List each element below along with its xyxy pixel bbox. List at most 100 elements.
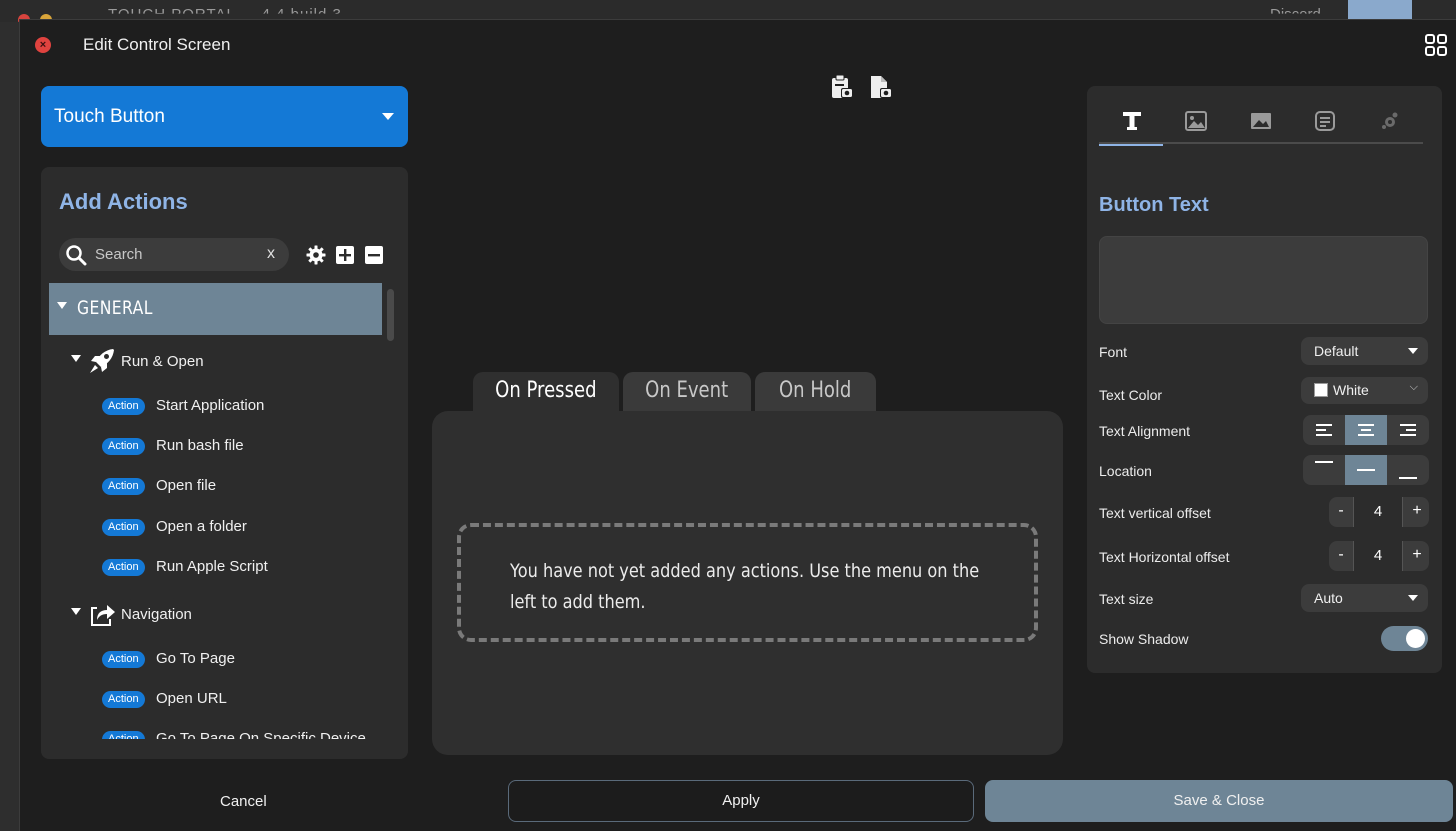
grid-icon[interactable] bbox=[1424, 33, 1448, 57]
expand-triangle-icon bbox=[57, 302, 67, 309]
align-middle-icon bbox=[1357, 469, 1375, 471]
text-icon bbox=[1123, 112, 1141, 130]
action-badge: Action bbox=[102, 478, 145, 495]
action-badge: Action bbox=[102, 691, 145, 708]
tab-label: On Event bbox=[645, 378, 729, 403]
category-label: GENERAL bbox=[77, 297, 153, 319]
align-left-icon bbox=[1316, 424, 1332, 436]
apply-button[interactable]: Apply bbox=[508, 780, 974, 822]
edit-control-dialog: × Edit Control Screen Touch Button Add A… bbox=[19, 19, 1456, 831]
text-size-dropdown[interactable]: Auto bbox=[1301, 584, 1428, 612]
tab-label: On Pressed bbox=[495, 378, 597, 403]
action-badge: Action bbox=[102, 519, 145, 536]
action-item[interactable]: Action Run Apple Script bbox=[49, 553, 382, 583]
align-left-button[interactable] bbox=[1303, 415, 1345, 445]
collapse-all-icon[interactable] bbox=[364, 245, 384, 265]
location-bottom-button[interactable] bbox=[1387, 455, 1429, 485]
add-actions-title: Add Actions bbox=[59, 189, 188, 214]
tab-background-image[interactable] bbox=[1228, 100, 1292, 144]
image-icon bbox=[1251, 113, 1271, 129]
align-center-button[interactable] bbox=[1345, 415, 1387, 445]
align-right-button[interactable] bbox=[1387, 415, 1429, 445]
font-dropdown[interactable]: Default bbox=[1301, 337, 1428, 365]
text-alignment-label: Text Alignment bbox=[1099, 423, 1191, 439]
increment-button[interactable]: + bbox=[1405, 502, 1429, 520]
text-size-value: Auto bbox=[1314, 590, 1343, 606]
color-swatch bbox=[1314, 383, 1328, 397]
actions-drop-area: You have not yet added any actions. Use … bbox=[432, 411, 1063, 755]
action-item[interactable]: Action Run bash file bbox=[49, 432, 382, 462]
font-label: Font bbox=[1099, 344, 1128, 360]
horizontal-offset-stepper: - 4 + bbox=[1329, 541, 1429, 571]
button-text-input[interactable] bbox=[1099, 236, 1428, 324]
action-item[interactable]: Action Start Application bbox=[49, 392, 382, 422]
properties-tabs bbox=[1099, 100, 1423, 146]
action-item[interactable]: Action Go To Page On Specific Device bbox=[49, 725, 382, 739]
action-item[interactable]: Action Open URL bbox=[49, 685, 382, 715]
expand-triangle-icon bbox=[71, 355, 81, 362]
group-run-open[interactable]: Run & Open bbox=[49, 341, 382, 381]
location-label: Location bbox=[1099, 463, 1152, 479]
toggle-knob bbox=[1406, 629, 1425, 648]
category-general[interactable]: GENERAL bbox=[49, 283, 382, 335]
action-badge: Action bbox=[102, 438, 145, 455]
search-icon bbox=[66, 245, 87, 266]
show-shadow-toggle[interactable] bbox=[1381, 626, 1428, 651]
tab-layout[interactable] bbox=[1292, 100, 1356, 144]
decrement-button[interactable]: - bbox=[1329, 546, 1353, 564]
save-close-button[interactable]: Save & Close bbox=[985, 780, 1453, 822]
action-badge: Action bbox=[102, 398, 145, 415]
expand-all-icon[interactable] bbox=[335, 245, 355, 265]
sparkle-gear-icon bbox=[1382, 112, 1398, 129]
tab-on-hold[interactable]: On Hold bbox=[755, 372, 876, 412]
action-badge: Action bbox=[102, 559, 145, 576]
tab-on-pressed[interactable]: On Pressed bbox=[473, 372, 619, 412]
gear-icon[interactable] bbox=[306, 245, 326, 265]
tab-on-event[interactable]: On Event bbox=[623, 372, 751, 412]
action-item[interactable]: Action Open file bbox=[49, 472, 382, 502]
font-value: Default bbox=[1314, 343, 1359, 359]
chevron-down-icon bbox=[1408, 348, 1418, 354]
action-label: Run bash file bbox=[156, 437, 244, 454]
tree-scrollbar[interactable] bbox=[387, 289, 394, 341]
tab-label: On Hold bbox=[779, 378, 852, 403]
show-shadow-label: Show Shadow bbox=[1099, 631, 1189, 647]
vertical-offset-value[interactable]: 4 bbox=[1353, 497, 1403, 527]
tab-text[interactable] bbox=[1099, 100, 1163, 146]
tab-effects[interactable] bbox=[1357, 100, 1421, 144]
align-center-icon bbox=[1358, 424, 1374, 436]
control-type-dropdown[interactable]: Touch Button bbox=[41, 86, 408, 147]
group-navigation[interactable]: Navigation bbox=[49, 594, 382, 634]
file-camera-icon[interactable] bbox=[869, 74, 893, 100]
close-icon[interactable]: × bbox=[35, 37, 51, 53]
actions-tree: GENERAL Run & Open Action Start Applicat… bbox=[49, 283, 384, 739]
rocket-icon bbox=[90, 349, 114, 373]
location-top-button[interactable] bbox=[1303, 455, 1345, 485]
location-middle-button[interactable] bbox=[1345, 455, 1387, 485]
horizontal-offset-label: Text Horizontal offset bbox=[1099, 549, 1230, 565]
action-badge: Action bbox=[102, 651, 145, 668]
clear-search-button[interactable]: x bbox=[267, 245, 275, 263]
text-size-label: Text size bbox=[1099, 591, 1154, 607]
location-control bbox=[1303, 455, 1429, 485]
decrement-button[interactable]: - bbox=[1329, 502, 1353, 520]
tab-icon-image[interactable] bbox=[1163, 100, 1227, 144]
text-color-label: Text Color bbox=[1099, 387, 1163, 403]
group-label: Navigation bbox=[121, 606, 192, 623]
action-item[interactable]: Action Open a folder bbox=[49, 513, 382, 543]
search-input[interactable] bbox=[95, 243, 255, 265]
share-arrow-icon bbox=[91, 605, 115, 626]
action-label: Go To Page bbox=[156, 650, 235, 667]
action-item[interactable]: Action Go To Page bbox=[49, 645, 382, 675]
cancel-button[interactable]: Cancel bbox=[220, 793, 267, 810]
chevron-down-icon bbox=[1408, 595, 1418, 601]
action-badge: Action bbox=[102, 731, 145, 739]
vertical-offset-stepper: - 4 + bbox=[1329, 497, 1429, 527]
align-bottom-icon bbox=[1399, 477, 1417, 479]
add-actions-panel: Add Actions x bbox=[41, 167, 408, 759]
horizontal-offset-value[interactable]: 4 bbox=[1353, 541, 1403, 571]
text-color-dropdown[interactable]: White ⌵ bbox=[1301, 377, 1428, 404]
clipboard-camera-icon[interactable] bbox=[830, 74, 854, 100]
increment-button[interactable]: + bbox=[1405, 546, 1429, 564]
properties-panel: Button Text Font Default Text Color Whit… bbox=[1087, 86, 1442, 673]
